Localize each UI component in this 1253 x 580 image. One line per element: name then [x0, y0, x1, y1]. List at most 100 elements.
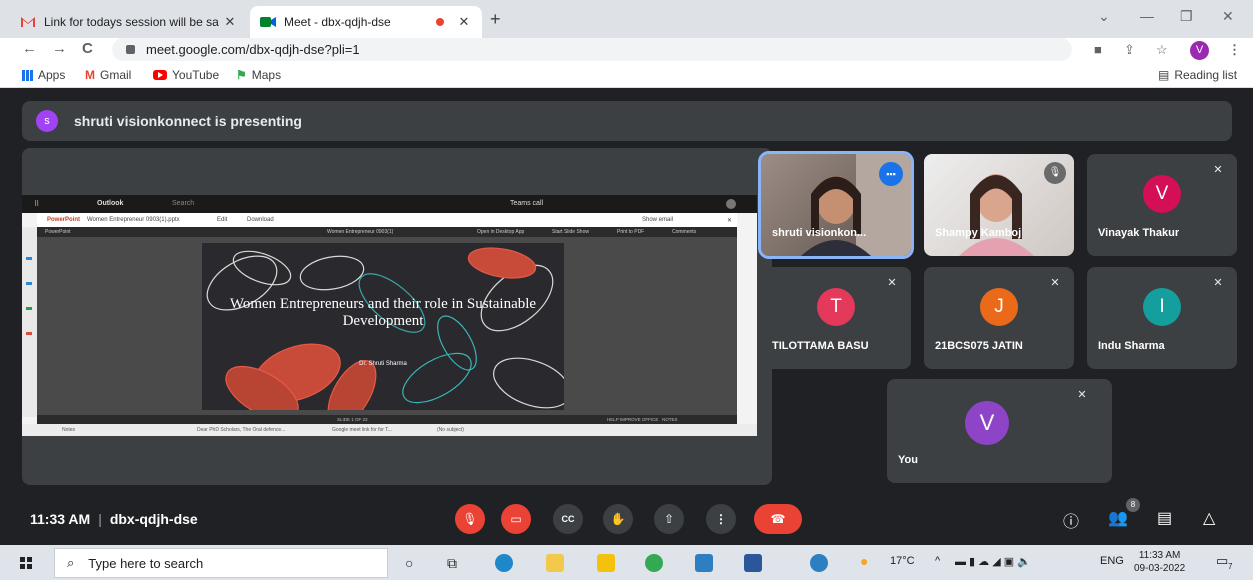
tab-search-icon[interactable]: ⌄ [1098, 8, 1110, 25]
bookmark-gmail[interactable]: M Gmail [85, 68, 131, 82]
recording-indicator-icon [436, 18, 444, 26]
close-tab-icon[interactable]: ✕ [456, 14, 472, 30]
help-icon[interactable] [810, 554, 828, 572]
gmail-icon: M [85, 68, 95, 82]
teams-call-label: Teams call [510, 200, 544, 207]
mic-off-icon: ✕ [1050, 277, 1060, 289]
back-icon[interactable]: ← [22, 40, 37, 57]
outlook-sidebar [22, 227, 37, 417]
meet-stage: s shruti visionkonnect is presenting ⠿ O… [0, 88, 1253, 538]
menu-icon[interactable]: ⋮ [1228, 42, 1241, 58]
reload-icon[interactable]: C [82, 40, 93, 57]
raise-hand-button[interactable]: ✋ [603, 504, 633, 534]
tray-overflow-icon[interactable]: ^ [935, 555, 940, 567]
meet-icon [260, 17, 276, 27]
minimize-icon[interactable]: — [1140, 8, 1154, 24]
meeting-info: 11:33 AM | dbx-qdjh-dse [30, 511, 198, 527]
close-tab-icon[interactable]: ✕ [222, 14, 238, 30]
captions-button[interactable]: CC [553, 504, 583, 534]
present-now-button[interactable]: ⇧ [654, 504, 684, 534]
mic-off-icon: ✕ [1213, 277, 1223, 289]
tab-gmail[interactable]: Link for todays session will be sa ✕ [10, 6, 248, 38]
participant-tile-indu[interactable]: ✕ I Indu Sharma [1087, 267, 1237, 369]
reading-list-label: Reading list [1174, 68, 1238, 82]
mic-off-button[interactable]: 🎙 [455, 504, 485, 534]
tray-apps-icon[interactable]: ▬ ▮ ☁ ◢ ▣ 🔈 [955, 555, 1031, 568]
task-view-icon[interactable]: ⧉ [447, 555, 457, 572]
more-options-button[interactable]: ⋮ [706, 504, 736, 534]
file-explorer-icon[interactable] [546, 554, 564, 572]
camera-off-button[interactable]: ▭ [501, 504, 531, 534]
new-tab-button[interactable]: + [490, 9, 501, 30]
meeting-details-icon[interactable]: ⓘ [1063, 508, 1079, 532]
participant-tile-shampy[interactable]: 🎙 Shampy Kamboj [924, 154, 1074, 256]
chrome-icon[interactable] [645, 554, 663, 572]
participant-tile-shruti[interactable]: ▪▪▪ shruti visionkon... [758, 151, 914, 259]
ppt-close-icon: ✕ [727, 218, 733, 224]
slide: Women Entrepreneurs and their role in Su… [202, 243, 564, 410]
participant-name: Vinayak Thakur [1098, 227, 1180, 239]
edge-icon[interactable] [495, 554, 513, 572]
cortana-icon[interactable]: ○ [405, 555, 413, 571]
weather-temp[interactable]: 17°C [890, 555, 915, 567]
slide-title: Women Entrepreneurs and their role in Su… [229, 296, 537, 329]
ppt-doc-title: Women Entrepreneur 0903(1) [327, 229, 394, 235]
activities-icon[interactable]: △ [1203, 508, 1215, 528]
share-icon[interactable]: ⇪ [1124, 42, 1135, 58]
lock-icon [126, 45, 135, 54]
url-text: meet.google.com/dbx-qdjh-dse?pli=1 [146, 42, 360, 57]
clock-time: 11:33 AM [1138, 550, 1181, 561]
bookmark-star-icon[interactable]: ☆ [1156, 42, 1168, 58]
photos-icon[interactable] [695, 554, 713, 572]
participant-name: TILOTTAMA BASU [772, 340, 869, 352]
taskbar-search[interactable]: ⌕ Type here to search [54, 548, 388, 578]
browser-tabstrip: Link for todays session will be sa ✕ Mee… [0, 0, 1253, 38]
language-indicator[interactable]: ENG [1100, 555, 1124, 567]
presenting-banner: s shruti visionkonnect is presenting [22, 101, 1232, 141]
bookmark-label: Gmail [100, 68, 132, 82]
weather-icon[interactable]: ● [860, 553, 868, 569]
presentation-view[interactable]: ⠿ Outlook Search Teams call PowerPoint W… [22, 148, 772, 485]
restore-icon[interactable]: ❐ [1180, 8, 1193, 25]
participant-tile-you[interactable]: ✕ V You [887, 379, 1112, 483]
screen: Link for todays session will be sa ✕ Mee… [0, 0, 1253, 580]
camera-permission-icon[interactable]: ■ [1094, 42, 1102, 57]
participant-tile-vinayak[interactable]: ✕ V Vinayak Thakur [1087, 154, 1237, 256]
tab-meet[interactable]: Meet - dbx-qdjh-dse ✕ [250, 6, 482, 38]
browser-toolbar: ← → C meet.google.com/dbx-qdjh-dse?pli=1… [0, 38, 1253, 62]
speaking-indicator-icon: ▪▪▪ [879, 162, 903, 186]
ppt-open-desktop: Open in Desktop App [477, 229, 525, 235]
bookmark-apps[interactable]: Apps [22, 68, 65, 82]
reading-list-button[interactable]: ▤ Reading list [1158, 68, 1237, 82]
participant-avatar: T [817, 288, 855, 326]
bookmark-youtube[interactable]: YouTube [153, 68, 219, 82]
meet-control-bar: 11:33 AM | dbx-qdjh-dse 🎙 ▭ CC ✋ ⇧ ⋮ ☎ ⓘ 👥… [0, 495, 1253, 540]
notifications-icon[interactable]: ▭ [1216, 553, 1228, 569]
participant-avatar: V [965, 401, 1009, 445]
mic-off-icon: 🎙 [1044, 162, 1066, 184]
taskbar-clock[interactable]: 11:33 AM 09-03-2022 [1134, 549, 1185, 575]
address-bar[interactable]: meet.google.com/dbx-qdjh-dse?pli=1 [112, 38, 1072, 61]
participant-tile-jatin[interactable]: ✕ J 21BCS075 JATIN [924, 267, 1074, 369]
gmail-icon [21, 17, 35, 27]
outlook-search: Search [172, 200, 195, 207]
notification-count: 7 [1228, 562, 1233, 571]
participant-name: Indu Sharma [1098, 340, 1165, 352]
email-subject-2: (No subject) [437, 427, 464, 433]
email-snippet: Dear PhD Scholars, The Oral defence... [197, 427, 286, 433]
ppt-show-email: Show email [642, 217, 674, 223]
clock-date: 09-03-2022 [1134, 563, 1186, 574]
bookmark-maps[interactable]: ⚑ Maps [236, 68, 281, 82]
end-call-button[interactable]: ☎ [754, 504, 802, 534]
app-icon[interactable] [597, 554, 615, 572]
bookmark-label: YouTube [172, 68, 220, 82]
profile-avatar[interactable]: V [1190, 41, 1209, 60]
participant-tile-tilottama[interactable]: ✕ T TILOTTAMA BASU [761, 267, 911, 369]
close-window-icon[interactable]: ✕ [1222, 8, 1234, 25]
forward-icon[interactable]: → [52, 40, 67, 57]
ppt-app-name: PowerPoint [47, 217, 81, 223]
word-icon[interactable] [744, 554, 762, 572]
chat-icon[interactable]: ▤ [1157, 508, 1172, 528]
people-icon[interactable]: 👥 [1108, 508, 1128, 528]
windows-start-icon[interactable] [20, 557, 32, 569]
